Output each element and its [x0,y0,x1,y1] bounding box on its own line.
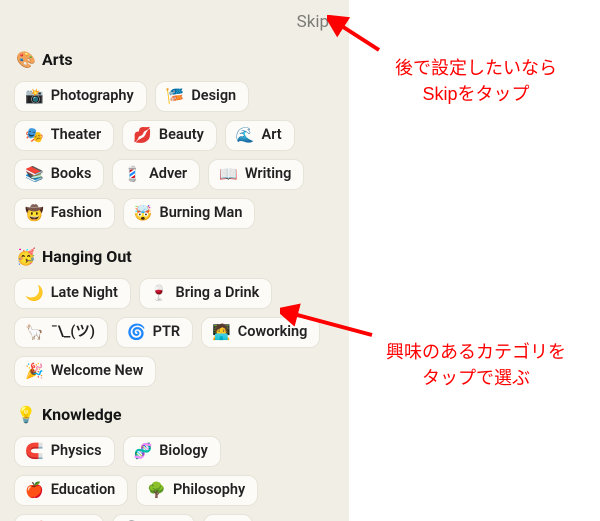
chip-label: Design [191,89,236,104]
tree-icon: 🌳 [147,483,166,498]
cyclone-icon: 🌀 [127,325,146,340]
callout-category-instruction: 興味のあるカテゴリをタップで選ぶ [360,339,592,391]
chip-label: Welcome New [51,364,144,379]
chip-writing[interactable]: 📖 Writing [208,159,304,190]
chip-physics[interactable]: 🧲 Physics [14,436,115,467]
chip-label: Photography [51,89,134,104]
skip-button[interactable]: Skip [297,12,329,32]
callout-skip-instruction: 後で設定したいならSkipをタップ [360,55,592,107]
chip-label: Late Night [51,286,118,301]
chip-row: 📸 Photography 🎏 Design 🎭 Theater 💋 Beauty 🌊 A… [14,71,335,231]
section-header-knowledge: 💡 Knowledge [14,399,335,426]
top-bar: Skip [0,0,349,38]
apple-icon: 🍎 [25,483,44,498]
chip-space[interactable]: 🚀Space [14,514,104,521]
chip-label: Physics [51,444,102,459]
party-popper-icon: 🎉 [25,364,44,379]
books-icon: 📚 [25,167,44,182]
party-face-icon: 🥳 [16,247,36,266]
chip-label: ¯\_(ツ) [51,325,95,340]
section-title: Hanging Out [42,247,132,266]
wave-icon: 🌊 [236,128,255,143]
llama-icon: 🦙 [25,325,44,340]
mind-blown-icon: 🤯 [134,206,153,221]
chip-math[interactable]: 🎱Math [112,514,195,521]
chip-ptr[interactable]: 🌀 PTR [116,317,193,348]
chip-label: PTR [153,325,180,340]
chip-label: Burning Man [160,206,243,221]
chip-philosophy[interactable]: 🌳 Philosophy [136,475,258,506]
section-title: Arts [42,50,73,69]
section-hanging-out: 🥳 Hanging Out 🌙 Late Night 🍷 Bring a Drink… [0,235,349,393]
masks-icon: 🎭 [25,128,44,143]
chip-shrug[interactable]: 🦙 ¯\_(ツ) [14,317,108,348]
wine-icon: 🍷 [150,286,169,301]
chip-label: Books [51,167,92,182]
chip-row: 🌙Late Night 🍷Bring a Drink 🦙¯\_(ツ) 🌀PTR … [14,268,335,389]
chip-photography[interactable]: 📸 Photography [14,81,147,112]
chip-label: Bring a Drink [176,286,260,301]
chip-label: Coworking [238,325,308,340]
chip-burning-man[interactable]: 🤯 Burning Man [123,198,256,229]
technologist-icon: 🧑‍💻 [212,325,231,340]
chip-row: 🧲 Physics 🧬 Biology 🍎 Education 🌳 Philosophy… [14,426,335,521]
chip-theater[interactable]: 🎭 Theater [14,120,114,151]
category-selection-pane: Skip 🎨 Arts 📸 Photography 🎏 Design 🎭 Theate… [0,0,349,521]
section-knowledge: 💡 Knowledge 🧲 Physics 🧬 Biology 🍎 Education… [0,393,349,521]
chip-label: Education [51,483,116,498]
barber-icon: 💈 [123,167,142,182]
chip-label: Art [262,128,282,143]
chip-label: Biology [159,444,208,459]
lightbulb-icon: 💡 [16,405,36,424]
kiss-icon: 💋 [133,128,152,143]
moon-icon: 🌙 [25,286,44,301]
cowboy-icon: 🤠 [25,206,44,221]
chip-advertising[interactable]: 💈 Adver [112,159,200,190]
chip-fashion[interactable]: 🤠 Fashion [14,198,115,229]
chip-art[interactable]: 🌊 Art [225,120,295,151]
chip-label: Writing [245,167,292,182]
chip-partial[interactable]: 🧀 [203,514,253,521]
chip-label: Philosophy [173,483,245,498]
chip-beauty[interactable]: 💋 Beauty [122,120,217,151]
chip-education[interactable]: 🍎 Education [14,475,128,506]
dna-icon: 🧬 [134,444,153,459]
chip-label: Adver [149,167,187,182]
chip-bring-a-drink[interactable]: 🍷 Bring a Drink [139,278,272,309]
section-arts: 🎨 Arts 📸 Photography 🎏 Design 🎭 Theater 💋 Be… [0,38,349,235]
chip-books[interactable]: 📚 Books [14,159,104,190]
section-header-hanging-out: 🥳 Hanging Out [14,241,335,268]
camera-icon: 📸 [25,89,44,104]
chip-label: Beauty [159,128,204,143]
section-title: Knowledge [42,405,122,424]
chip-label: Fashion [51,206,102,221]
chip-welcome-new[interactable]: 🎉 Welcome New [14,356,156,387]
chip-label: Theater [51,128,102,143]
magnet-icon: 🧲 [25,444,44,459]
section-header-arts: 🎨 Arts [14,44,335,71]
palette-icon: 🎨 [16,50,36,69]
chip-coworking[interactable]: 🧑‍💻 Coworking [201,317,320,348]
chip-design[interactable]: 🎏 Design [155,81,250,112]
chip-late-night[interactable]: 🌙 Late Night [14,278,131,309]
chip-biology[interactable]: 🧬 Biology [123,436,221,467]
open-book-icon: 📖 [219,167,238,182]
flag-icon: 🎏 [166,89,185,104]
